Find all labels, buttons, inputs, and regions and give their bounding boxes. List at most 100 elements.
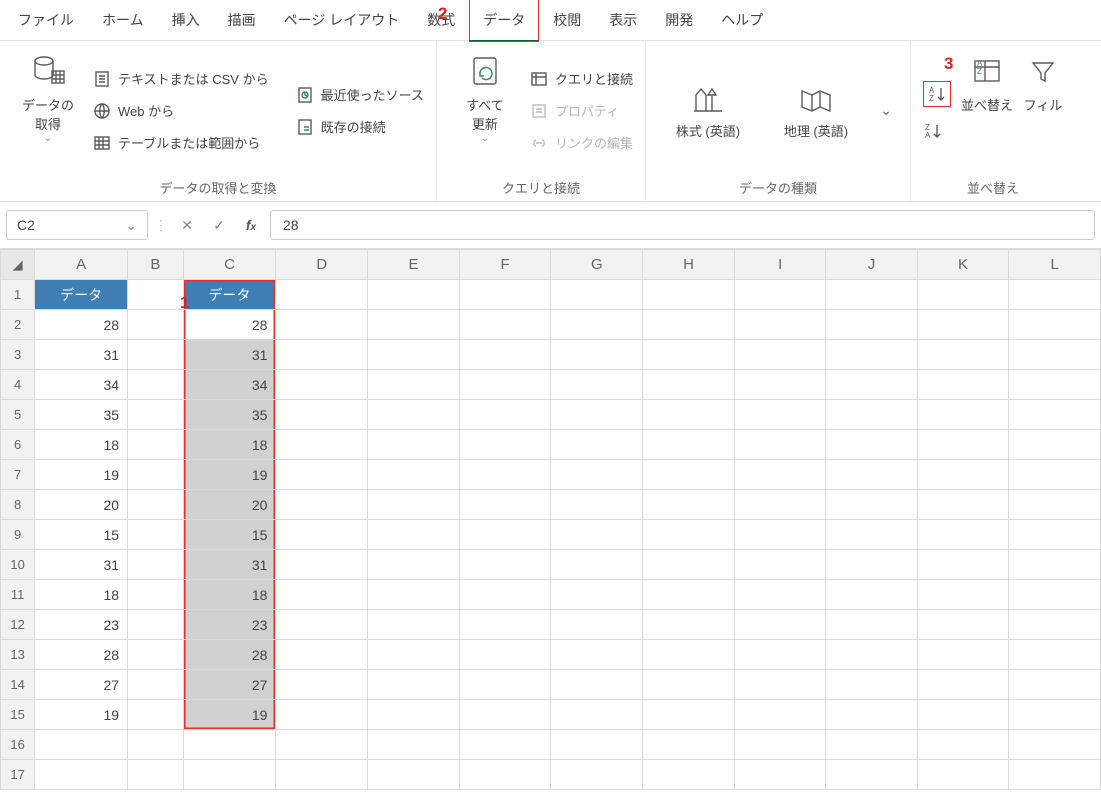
cell-K17[interactable] (917, 760, 1009, 790)
cell-A15[interactable]: 19 (35, 700, 128, 730)
cell-F13[interactable] (459, 640, 551, 670)
col-header-G[interactable]: G (551, 250, 643, 280)
col-header-F[interactable]: F (459, 250, 551, 280)
cell-I15[interactable] (734, 700, 825, 730)
cell-K3[interactable] (917, 340, 1009, 370)
cell-G5[interactable] (551, 400, 643, 430)
cell-G12[interactable] (551, 610, 643, 640)
cell-J9[interactable] (826, 520, 917, 550)
cell-A12[interactable]: 23 (35, 610, 128, 640)
cell-J6[interactable] (826, 430, 917, 460)
cell-A3[interactable]: 31 (35, 340, 128, 370)
cell-I7[interactable] (734, 460, 825, 490)
cell-E7[interactable] (368, 460, 460, 490)
cell-H3[interactable] (643, 340, 735, 370)
cell-D1[interactable] (276, 280, 368, 310)
cell-J14[interactable] (826, 670, 917, 700)
cell-H16[interactable] (643, 730, 735, 760)
cell-A13[interactable]: 28 (35, 640, 128, 670)
menu-item-4[interactable]: ページ レイアウト (270, 0, 414, 41)
cell-L1[interactable] (1009, 280, 1101, 310)
cell-G16[interactable] (551, 730, 643, 760)
cell-K14[interactable] (917, 670, 1009, 700)
row-header-2[interactable]: 2 (1, 310, 35, 340)
cell-B3[interactable] (128, 340, 183, 370)
cell-D17[interactable] (276, 760, 368, 790)
cell-D11[interactable] (276, 580, 368, 610)
cell-L15[interactable] (1009, 700, 1101, 730)
menu-item-10[interactable]: ヘルプ (707, 0, 777, 41)
cell-B13[interactable] (128, 640, 183, 670)
cell-F4[interactable] (459, 370, 551, 400)
cell-G6[interactable] (551, 430, 643, 460)
cell-E8[interactable] (368, 490, 460, 520)
cell-G10[interactable] (551, 550, 643, 580)
cell-C3[interactable]: 31 (183, 340, 276, 370)
cell-J3[interactable] (826, 340, 917, 370)
col-header-J[interactable]: J (826, 250, 917, 280)
confirm-icon[interactable]: ✓ (206, 217, 232, 234)
cell-D8[interactable] (276, 490, 368, 520)
cell-D12[interactable] (276, 610, 368, 640)
cell-L2[interactable] (1009, 310, 1101, 340)
cell-A16[interactable] (35, 730, 128, 760)
cell-K4[interactable] (917, 370, 1009, 400)
cell-I1[interactable] (734, 280, 825, 310)
cell-L4[interactable] (1009, 370, 1101, 400)
cell-L8[interactable] (1009, 490, 1101, 520)
cell-I6[interactable] (734, 430, 825, 460)
cell-E5[interactable] (368, 400, 460, 430)
cell-C13[interactable]: 28 (183, 640, 276, 670)
cell-H12[interactable] (643, 610, 735, 640)
cell-F2[interactable] (459, 310, 551, 340)
import-option2[interactable]: 最近使ったソース (295, 85, 424, 105)
cell-J7[interactable] (826, 460, 917, 490)
cell-A10[interactable]: 31 (35, 550, 128, 580)
cell-G13[interactable] (551, 640, 643, 670)
row-header-9[interactable]: 9 (1, 520, 35, 550)
cell-I5[interactable] (734, 400, 825, 430)
cell-K16[interactable] (917, 730, 1009, 760)
name-box[interactable]: C2 ⌄ (6, 210, 148, 240)
import-option[interactable]: テキストまたは CSV から (92, 69, 269, 89)
cell-J2[interactable] (826, 310, 917, 340)
col-header-E[interactable]: E (368, 250, 460, 280)
cell-F11[interactable] (459, 580, 551, 610)
cell-C4[interactable]: 34 (183, 370, 276, 400)
cell-K7[interactable] (917, 460, 1009, 490)
menu-item-1[interactable]: ホーム (88, 0, 158, 41)
cell-A8[interactable]: 20 (35, 490, 128, 520)
cell-G3[interactable] (551, 340, 643, 370)
cell-A6[interactable]: 18 (35, 430, 128, 460)
cell-L12[interactable] (1009, 610, 1101, 640)
cell-D7[interactable] (276, 460, 368, 490)
cell-J4[interactable] (826, 370, 917, 400)
cell-I8[interactable] (734, 490, 825, 520)
cell-I13[interactable] (734, 640, 825, 670)
geography-button[interactable]: 地理 (英語) (766, 49, 866, 172)
cell-E1[interactable] (368, 280, 460, 310)
cell-K1[interactable] (917, 280, 1009, 310)
cell-C8[interactable]: 20 (183, 490, 276, 520)
row-header-14[interactable]: 14 (1, 670, 35, 700)
cell-J13[interactable] (826, 640, 917, 670)
row-header-10[interactable]: 10 (1, 550, 35, 580)
cancel-icon[interactable]: ✕ (174, 217, 200, 234)
cell-G2[interactable] (551, 310, 643, 340)
cell-I4[interactable] (734, 370, 825, 400)
cell-K11[interactable] (917, 580, 1009, 610)
cell-I10[interactable] (734, 550, 825, 580)
cell-K9[interactable] (917, 520, 1009, 550)
cell-B17[interactable] (128, 760, 183, 790)
cell-D4[interactable] (276, 370, 368, 400)
cell-C1[interactable]: データ (183, 280, 276, 310)
cell-A5[interactable]: 35 (35, 400, 128, 430)
get-data-button[interactable]: データの 取得 ⌄ (12, 49, 84, 172)
cell-I9[interactable] (734, 520, 825, 550)
cell-H17[interactable] (643, 760, 735, 790)
cell-J17[interactable] (826, 760, 917, 790)
cell-H4[interactable] (643, 370, 735, 400)
cell-G7[interactable] (551, 460, 643, 490)
stocks-button[interactable]: 株式 (英語) (658, 49, 758, 172)
cell-E11[interactable] (368, 580, 460, 610)
